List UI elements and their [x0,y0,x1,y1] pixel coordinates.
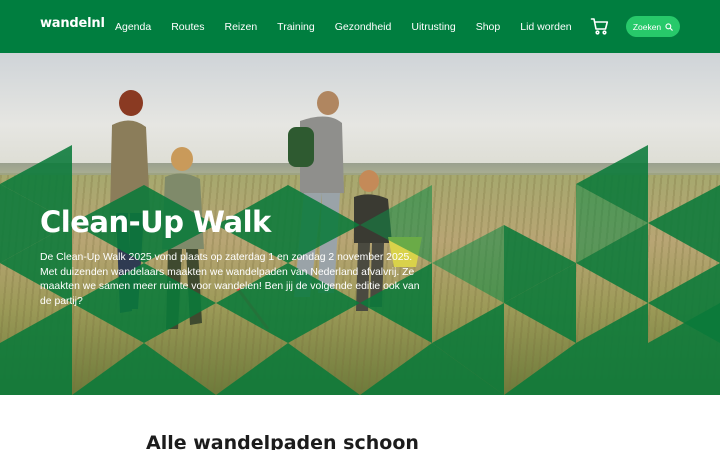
cart-icon[interactable] [590,16,610,36]
section-title: Alle wandelpaden schoon [146,432,419,450]
hero-title: Clean-Up Walk [40,205,271,239]
hero-banner: Clean-Up Walk De Clean-Up Walk 2025 vond… [0,53,720,395]
nav-item-agenda[interactable]: Agenda [115,21,151,33]
nav-item-routes[interactable]: Routes [171,21,204,33]
search-button[interactable]: Zoeken [626,16,680,37]
nav-item-training[interactable]: Training [277,21,315,33]
nav-item-shop[interactable]: Shop [476,21,501,33]
hero-description: De Clean-Up Walk 2025 vond plaats op zat… [40,252,420,307]
nav-item-lid-worden[interactable]: Lid worden [520,21,571,33]
nav-item-reizen[interactable]: Reizen [224,21,257,33]
search-button-label: Zoeken [632,21,662,32]
nav-item-gezondheid[interactable]: Gezondheid [335,21,392,33]
search-icon [665,22,673,31]
site-header: wandelnl Agenda Routes Reizen Training G… [0,0,720,53]
logo[interactable]: wandelnl [40,16,105,31]
main-nav: Agenda Routes Reizen Training Gezondheid… [115,0,592,53]
nav-item-uitrusting[interactable]: Uitrusting [411,21,455,33]
